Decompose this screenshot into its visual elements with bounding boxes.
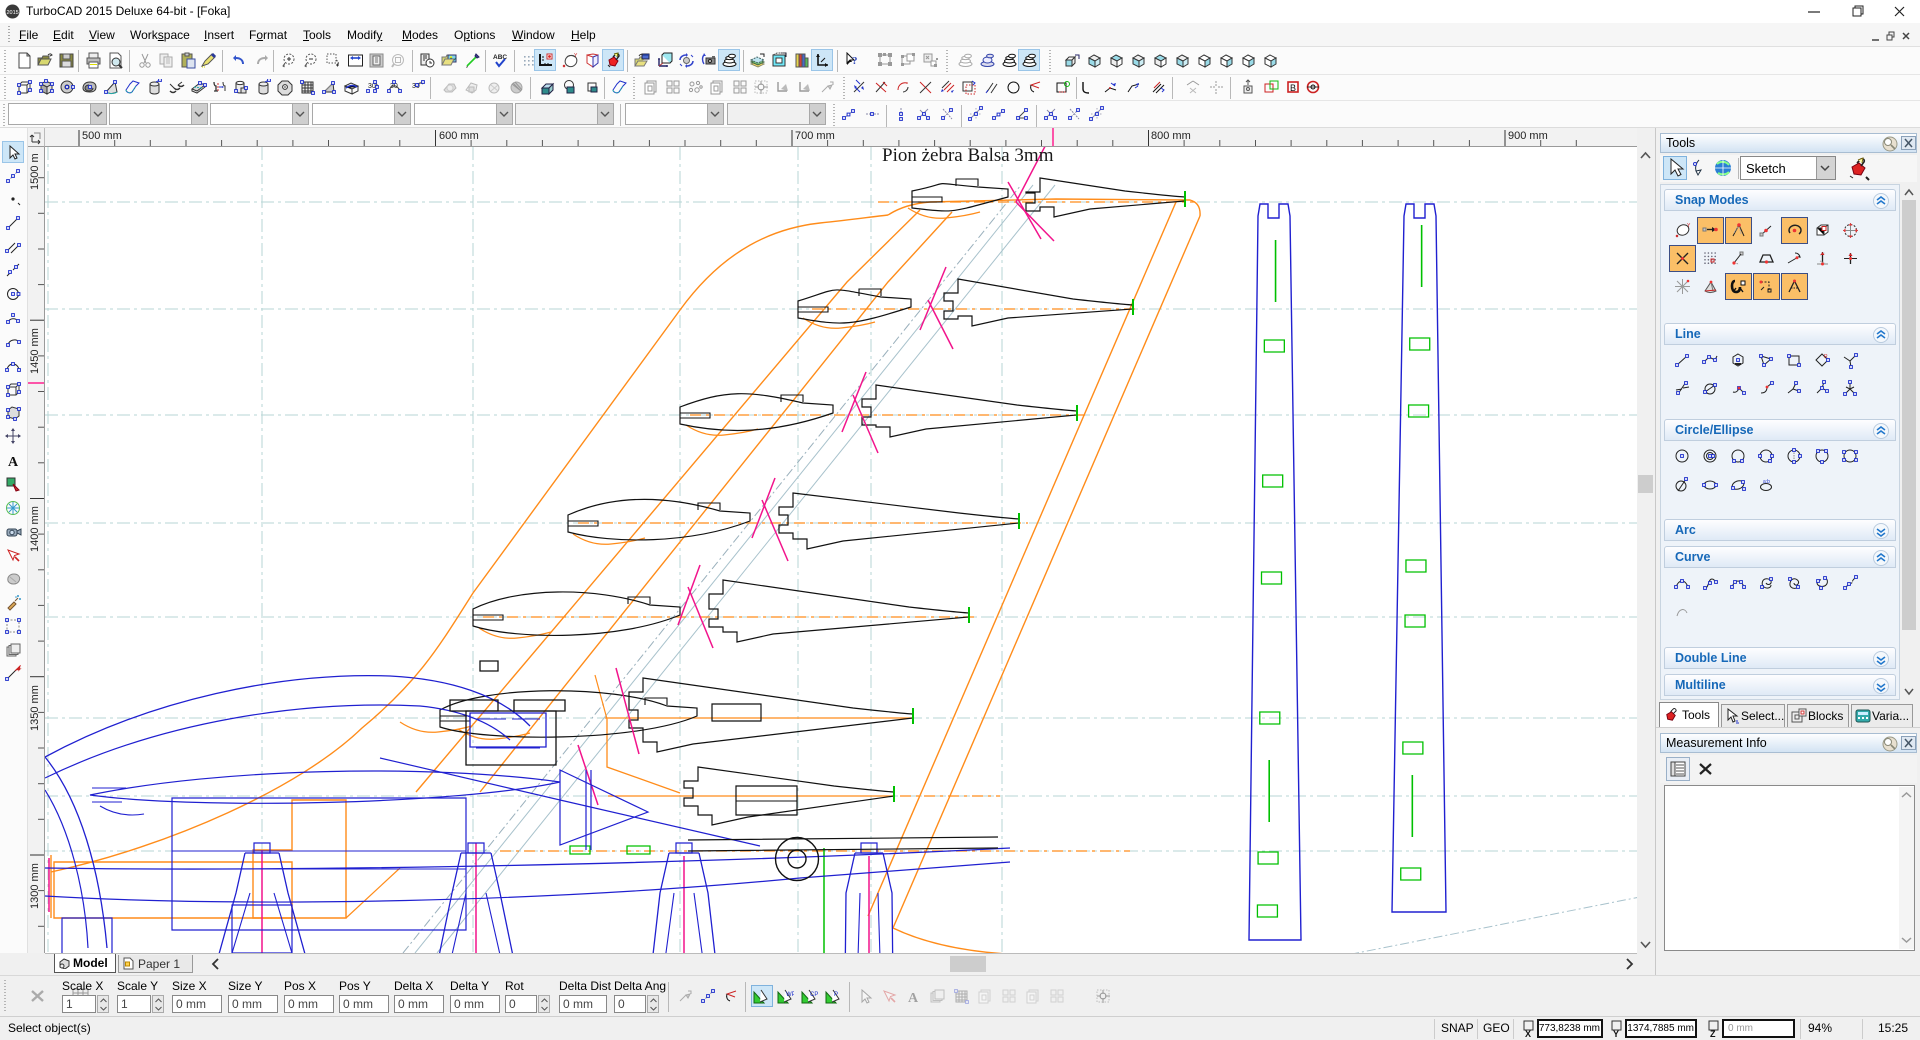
svg-text:Y: Y xyxy=(1687,223,1691,229)
svg-text:P: P xyxy=(834,992,838,998)
svg-text:CP: CP xyxy=(810,992,818,998)
svg-text:X: X xyxy=(1525,1029,1531,1038)
svg-text:R: R xyxy=(1824,354,1828,360)
svg-text:2015: 2015 xyxy=(7,10,19,16)
svg-text:a:b: a:b xyxy=(1763,479,1770,485)
svg-text:B: B xyxy=(1290,83,1296,93)
svg-text:?: ? xyxy=(852,55,858,67)
svg-text:30: 30 xyxy=(368,83,376,90)
svg-text:Pion żebra Balsa 3mm: Pion żebra Balsa 3mm xyxy=(882,147,1054,166)
svg-text:WP: WP xyxy=(786,992,794,998)
svg-text:A: A xyxy=(8,455,19,469)
svg-text:Y: Y xyxy=(574,53,578,59)
svg-text:A: A xyxy=(908,991,919,1005)
svg-text:Y: Y xyxy=(1613,1029,1619,1038)
svg-text:Z: Z xyxy=(1710,1029,1716,1038)
